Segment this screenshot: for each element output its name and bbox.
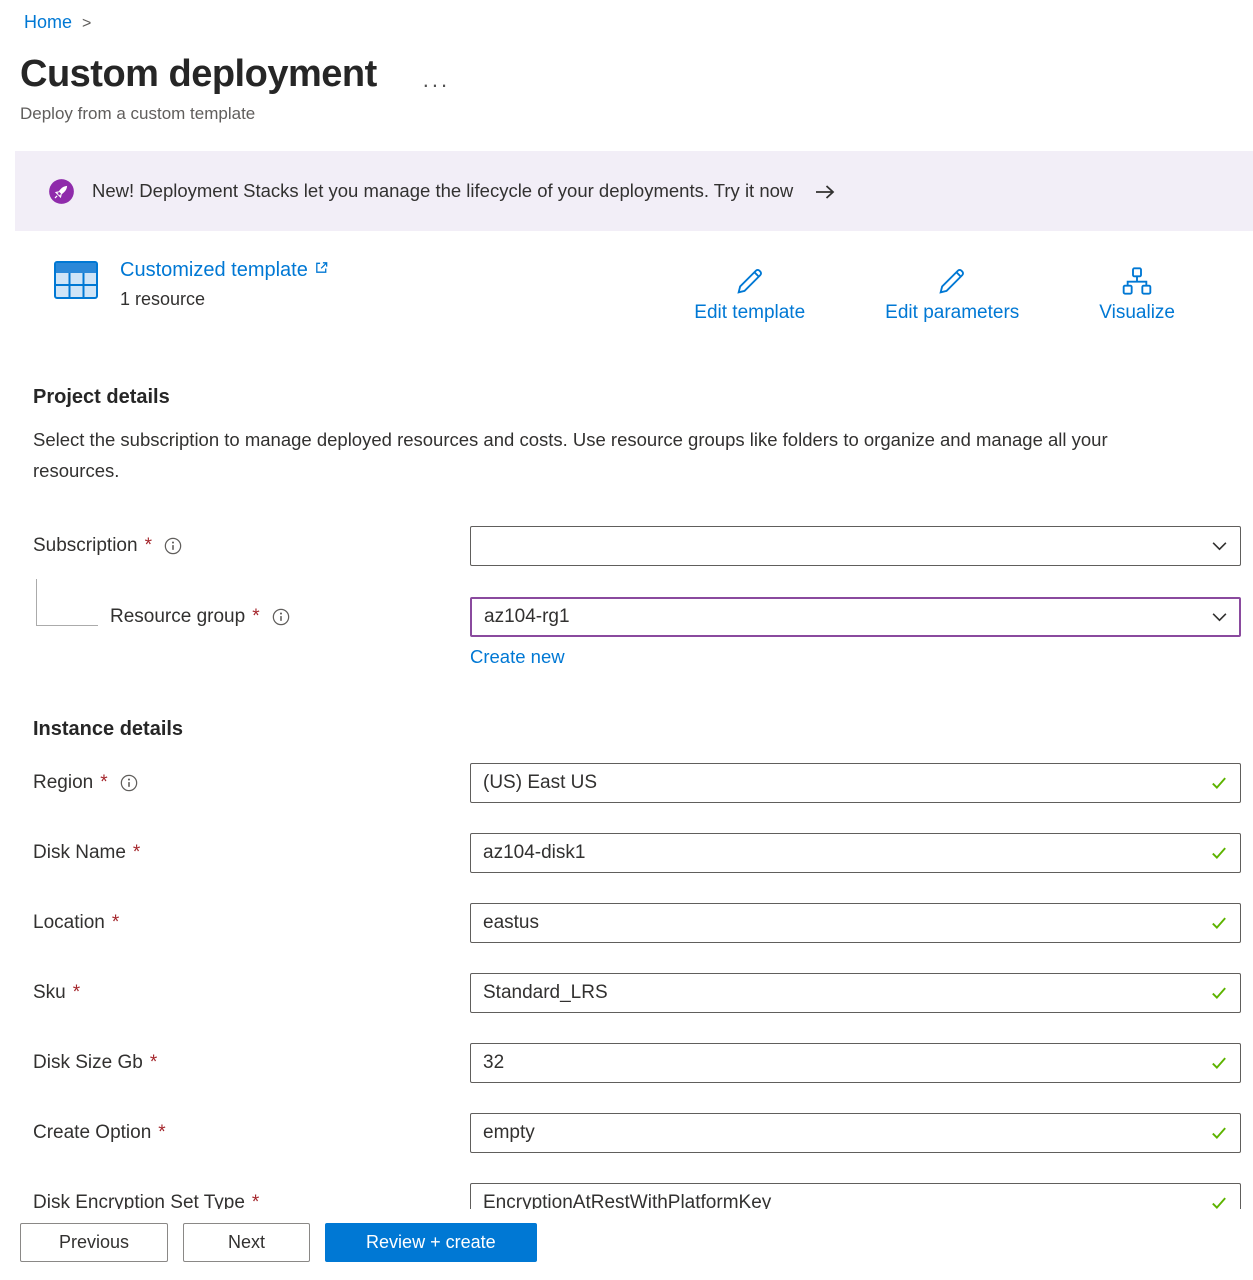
disk-size-row: Disk Size Gb * xyxy=(33,1043,1241,1083)
create-option-input[interactable] xyxy=(470,1113,1241,1153)
sku-input[interactable] xyxy=(470,973,1241,1013)
edit-template-label: Edit template xyxy=(694,302,805,324)
page-header: Custom deployment ... xyxy=(0,33,1253,96)
required-asterisk: * xyxy=(100,772,107,794)
sku-label: Sku xyxy=(33,982,66,1004)
instance-details-form: Region * Disk Name * xyxy=(0,763,1253,1223)
info-icon[interactable] xyxy=(120,774,138,792)
disk-name-label: Disk Name xyxy=(33,842,126,864)
create-new-link[interactable]: Create new xyxy=(470,646,565,667)
required-asterisk: * xyxy=(252,606,259,628)
resource-group-row: Resource group * xyxy=(33,597,1241,637)
required-asterisk: * xyxy=(158,1122,165,1144)
customized-template-link[interactable]: Customized template xyxy=(120,259,329,282)
disk-size-input[interactable] xyxy=(470,1043,1241,1083)
template-link-label: Customized template xyxy=(120,259,308,282)
edit-parameters-button[interactable]: Edit parameters xyxy=(885,265,1019,324)
breadcrumb-home-link[interactable]: Home xyxy=(24,12,72,33)
visualize-label: Visualize xyxy=(1099,302,1175,324)
visualize-icon xyxy=(1121,265,1153,297)
required-asterisk: * xyxy=(145,535,152,557)
previous-button[interactable]: Previous xyxy=(20,1223,168,1262)
chevron-down-icon[interactable] xyxy=(1211,609,1228,626)
review-create-button[interactable]: Review + create xyxy=(325,1223,537,1262)
create-option-row: Create Option * xyxy=(33,1113,1241,1153)
resource-group-dropdown[interactable] xyxy=(470,597,1241,637)
disk-size-label: Disk Size Gb xyxy=(33,1052,143,1074)
required-asterisk: * xyxy=(112,912,119,934)
banner-message: New! Deployment Stacks let you manage th… xyxy=(92,180,793,202)
region-row: Region * xyxy=(33,763,1241,803)
arrow-right-icon[interactable] xyxy=(814,183,836,201)
region-label: Region xyxy=(33,772,93,794)
info-icon[interactable] xyxy=(272,608,290,626)
check-icon xyxy=(1210,1054,1228,1072)
project-details-form: Subscription * Resource group * xyxy=(0,526,1253,668)
template-actions: Edit template Edit parameters Visua xyxy=(694,257,1175,324)
footer-bar: Previous Next Review + create xyxy=(0,1209,1253,1280)
info-icon[interactable] xyxy=(164,537,182,555)
page-subtitle: Deploy from a custom template xyxy=(0,96,1253,124)
indent-connector-line xyxy=(36,579,98,626)
subscription-row: Subscription * xyxy=(33,526,1241,566)
custom-deployment-page: Home > Custom deployment ... Deploy from… xyxy=(0,0,1253,1223)
region-input[interactable] xyxy=(470,763,1241,803)
location-input[interactable] xyxy=(470,903,1241,943)
check-icon xyxy=(1210,984,1228,1002)
page-title: Custom deployment xyxy=(20,53,377,96)
next-button[interactable]: Next xyxy=(183,1223,310,1262)
deployment-stacks-banner[interactable]: New! Deployment Stacks let you manage th… xyxy=(15,151,1253,231)
resource-count: 1 resource xyxy=(120,289,329,310)
project-details-heading: Project details xyxy=(0,386,1253,409)
disk-name-row: Disk Name * xyxy=(33,833,1241,873)
check-icon xyxy=(1210,1124,1228,1142)
breadcrumb: Home > xyxy=(0,0,1253,33)
location-label: Location xyxy=(33,912,105,934)
chevron-down-icon[interactable] xyxy=(1211,538,1228,555)
template-icon xyxy=(52,257,100,303)
more-options-button[interactable]: ... xyxy=(423,69,450,91)
subscription-label: Subscription xyxy=(33,535,138,557)
location-row: Location * xyxy=(33,903,1241,943)
required-asterisk: * xyxy=(73,982,80,1004)
edit-parameters-label: Edit parameters xyxy=(885,302,1019,324)
breadcrumb-separator-icon: > xyxy=(82,15,91,33)
check-icon xyxy=(1210,914,1228,932)
pencil-icon xyxy=(936,265,968,297)
disk-name-input[interactable] xyxy=(470,833,1241,873)
resource-group-label: Resource group xyxy=(110,606,245,628)
check-icon xyxy=(1210,844,1228,862)
pencil-icon xyxy=(734,265,766,297)
check-icon xyxy=(1210,774,1228,792)
edit-template-button[interactable]: Edit template xyxy=(694,265,805,324)
create-new-row: Create new xyxy=(33,646,1241,668)
instance-details-heading: Instance details xyxy=(0,718,1253,741)
required-asterisk: * xyxy=(133,842,140,864)
subscription-dropdown[interactable] xyxy=(470,526,1241,566)
visualize-button[interactable]: Visualize xyxy=(1099,265,1175,324)
required-asterisk: * xyxy=(150,1052,157,1074)
create-option-label: Create Option xyxy=(33,1122,151,1144)
external-link-icon xyxy=(314,260,329,275)
template-bar: Customized template 1 resource Edit temp… xyxy=(52,257,1253,324)
rocket-icon xyxy=(48,178,75,205)
project-details-description: Select the subscription to manage deploy… xyxy=(0,409,1190,486)
sku-row: Sku * xyxy=(33,973,1241,1013)
